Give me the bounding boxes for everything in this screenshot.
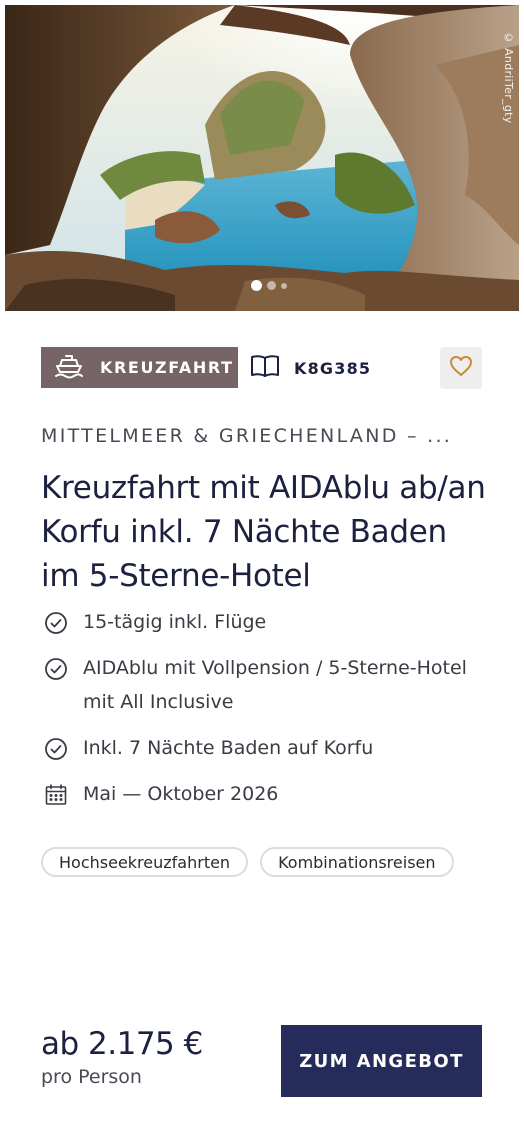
check-circle-icon (44, 737, 68, 761)
price-amount: ab 2.175 € (41, 1026, 203, 1062)
tag-chip[interactable]: Hochseekreuzfahrten (41, 847, 249, 877)
carousel-dot-1[interactable] (251, 280, 262, 291)
feature-text: AIDAblu mit Vollpension / 5-Sterne-Ho­te… (83, 657, 467, 713)
ship-icon (54, 353, 84, 383)
check-circle-icon (44, 611, 68, 635)
favorite-button[interactable] (440, 347, 482, 389)
calendar-icon (44, 783, 68, 807)
category-label: KREUZFAHRT (100, 358, 234, 377)
feature-item: AIDAblu mit Vollpension / 5-Sterne-Ho­te… (44, 656, 478, 719)
cave-bay-photo (5, 5, 519, 311)
offer-card: © AndriiTer_gty KREUZFAHRT K8G385 MITTEL… (0, 0, 524, 1132)
photo-credit: © AndriiTer_gty (502, 31, 515, 124)
offer-button[interactable]: ZUM ANGEBOT (281, 1025, 482, 1097)
check-circle-icon (44, 657, 68, 681)
feature-text: Inkl. 7 Nächte Baden auf Korfu (83, 737, 374, 759)
hero-image[interactable]: © AndriiTer_gty (5, 5, 519, 311)
feature-text: Mai — Oktober 2026 (83, 783, 279, 805)
offer-title[interactable]: Kreuzfahrt mit AIDAblu ab/an Korfu inkl.… (41, 466, 491, 598)
feature-text: 15-tägig inkl. Flüge (83, 611, 267, 633)
tag-list: Hochseekreuzfahrten Kombinationsreisen (41, 847, 454, 877)
tag-chip[interactable]: Kombinationsreisen (260, 847, 454, 877)
region-label: MITTELMEER & GRIECHENLAND – ... (41, 425, 453, 447)
carousel-dots (251, 280, 287, 291)
category-badge: KREUZFAHRT (41, 347, 238, 388)
feature-item: Inkl. 7 Nächte Baden auf Korfu (44, 736, 483, 765)
carousel-dot-3[interactable] (281, 282, 287, 289)
price-unit: pro Person (41, 1066, 142, 1088)
book-icon (250, 354, 280, 382)
price-block: ab 2.175 € pro Person (41, 1026, 203, 1088)
offer-code: K8G385 (250, 352, 371, 384)
offer-code-label: K8G385 (294, 358, 372, 378)
feature-item: 15-tägig inkl. Flüge (44, 610, 483, 639)
heart-outline-icon (449, 355, 473, 381)
carousel-dot-2[interactable] (267, 281, 276, 290)
feature-item: Mai — Oktober 2026 (44, 782, 483, 811)
